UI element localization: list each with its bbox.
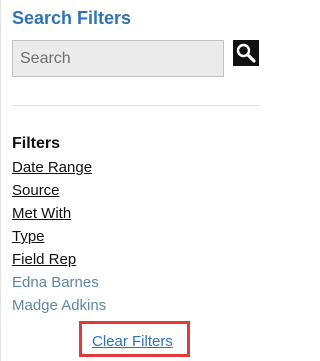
- filter-value-item: Edna Barnes: [12, 273, 106, 296]
- panel-left-border: [0, 0, 1, 361]
- filter-item-source: Source: [12, 181, 106, 204]
- filter-item-date-range: Date Range: [12, 158, 106, 181]
- filter-link-field-rep[interactable]: Field Rep: [12, 251, 76, 268]
- selected-filter-value: Madge Adkins: [12, 297, 107, 314]
- search-input[interactable]: [12, 40, 224, 77]
- search-icon: [236, 43, 256, 63]
- filter-link-met-with[interactable]: Met With: [12, 205, 71, 222]
- filter-link-type[interactable]: Type: [12, 228, 45, 245]
- panel-title: Search Filters: [12, 8, 132, 28]
- filter-list: Date Range Source Met With Type Field Re…: [12, 158, 106, 319]
- clear-filters-link[interactable]: Clear Filters: [92, 333, 173, 351]
- section-divider: [12, 105, 260, 106]
- filter-item-type: Type: [12, 227, 106, 250]
- filter-link-source[interactable]: Source: [12, 182, 60, 199]
- filter-item-met-with: Met With: [12, 204, 106, 227]
- filters-heading: Filters: [12, 135, 61, 152]
- search-filters-panel: Search Filters Filters Date Range Source…: [0, 0, 269, 361]
- selected-filter-value: Edna Barnes: [12, 274, 99, 291]
- filter-item-field-rep: Field Rep: [12, 250, 106, 273]
- filter-value-item: Madge Adkins: [12, 296, 106, 319]
- search-button[interactable]: [233, 40, 259, 66]
- filter-link-date-range[interactable]: Date Range: [12, 159, 92, 176]
